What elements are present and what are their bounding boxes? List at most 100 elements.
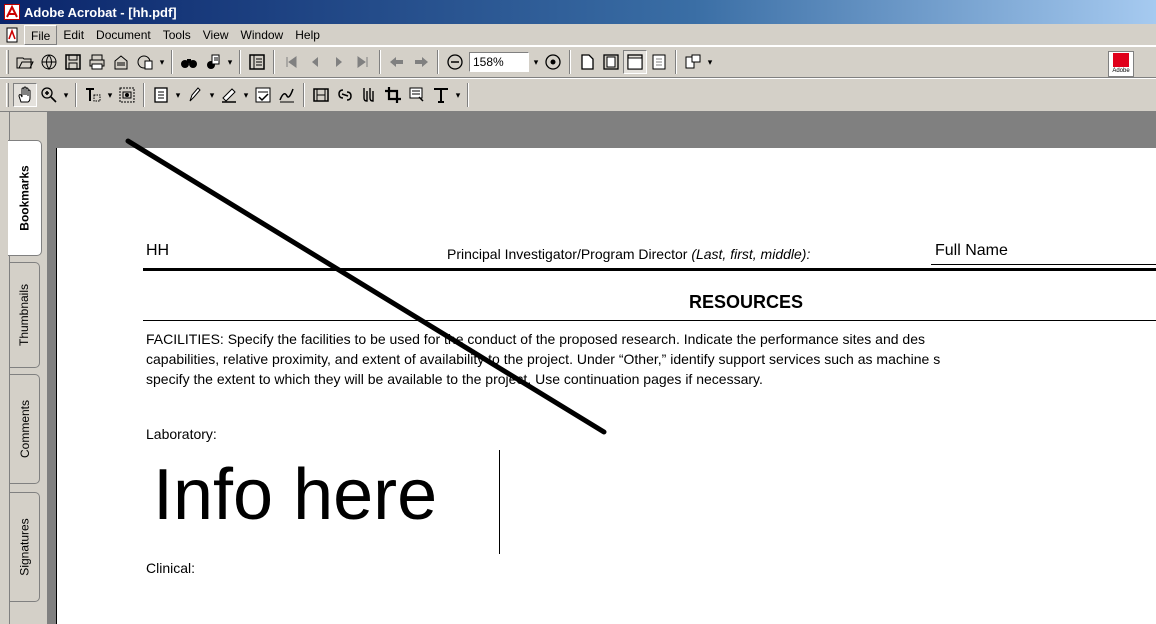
find-icon[interactable]	[201, 50, 225, 74]
movie-tool-icon[interactable]	[309, 83, 333, 107]
toolbar-separator	[437, 50, 439, 74]
form-tool-icon[interactable]	[405, 83, 429, 107]
tab-signatures[interactable]: Signatures	[10, 492, 40, 602]
note-tool-dropdown[interactable]: ▾	[173, 83, 183, 107]
zoom-tool-dropdown[interactable]: ▾	[61, 83, 71, 107]
header-rule	[143, 268, 1156, 271]
previous-page-icon[interactable]	[303, 50, 327, 74]
title-bar: Adobe Acrobat - [hh.pdf]	[0, 0, 1156, 24]
menu-tools[interactable]: Tools	[157, 25, 197, 45]
highlighter-tool-icon[interactable]	[217, 83, 241, 107]
tab-comments-label: Comments	[17, 399, 32, 459]
tab-comments[interactable]: Comments	[10, 374, 40, 484]
menu-document[interactable]: Document	[90, 25, 157, 45]
adobe-logo-text: Adobe	[1112, 68, 1130, 74]
article-tool-icon[interactable]	[357, 83, 381, 107]
menu-window[interactable]: Window	[235, 25, 290, 45]
rotate-dropdown[interactable]: ▾	[705, 50, 715, 74]
fit-visible-icon[interactable]	[647, 50, 671, 74]
document-viewer[interactable]: HH Principal Investigator/Program Direct…	[48, 112, 1156, 624]
facilities-line: FACILITIES: Specify the facilities to be…	[146, 331, 925, 347]
pencil-tool-icon[interactable]	[183, 83, 207, 107]
pi-label: Principal Investigator/Program Director …	[447, 246, 810, 262]
section-title: RESOURCES	[689, 292, 804, 312]
spell-check-icon[interactable]	[251, 83, 275, 107]
pdf-page[interactable]: HH Principal Investigator/Program Direct…	[56, 148, 1156, 624]
file-toolbar: ▾ ▾ 158% ▾ ▾ Adobe	[0, 46, 1156, 78]
zoom-dropdown[interactable]: ▾	[531, 50, 541, 74]
toolbar-separator	[379, 50, 381, 74]
find-dropdown[interactable]: ▾	[225, 50, 235, 74]
tab-bookmarks[interactable]: Bookmarks	[8, 140, 42, 256]
navigation-pane: Bookmarks Thumbnails Comments Signatures	[0, 112, 48, 624]
facilities-line: specify the extent to which they will be…	[146, 371, 763, 387]
actual-size-icon[interactable]	[575, 50, 599, 74]
next-view-icon[interactable]	[409, 50, 433, 74]
create-pdf-icon[interactable]	[133, 50, 157, 74]
toolbar-separator	[569, 50, 571, 74]
save-icon[interactable]	[61, 50, 85, 74]
laboratory-label: Laboratory:	[146, 426, 217, 442]
toolbar-grip[interactable]	[6, 50, 9, 74]
section-rule	[143, 320, 1156, 321]
toolbar-separator	[675, 50, 677, 74]
toolbar-grip[interactable]	[6, 83, 9, 107]
print-icon[interactable]	[85, 50, 109, 74]
fit-page-icon[interactable]	[599, 50, 623, 74]
tab-thumbnails-label: Thumbnails	[17, 283, 32, 347]
next-page-icon[interactable]	[327, 50, 351, 74]
search-icon[interactable]	[177, 50, 201, 74]
header-id: HH	[146, 242, 170, 259]
pi-label-hint: (Last, first, middle):	[691, 246, 811, 262]
adobe-logo[interactable]: Adobe	[1108, 51, 1134, 77]
hand-tool-icon[interactable]	[13, 83, 37, 107]
tools-toolbar: ▾ ▾ ▾ ▾ ▾ ▾	[0, 78, 1156, 112]
adobe-logo-mark	[1113, 53, 1129, 67]
tab-thumbnails[interactable]: Thumbnails	[10, 262, 40, 368]
pencil-tool-dropdown[interactable]: ▾	[207, 83, 217, 107]
open-web-page-icon[interactable]	[37, 50, 61, 74]
crop-tool-icon[interactable]	[381, 83, 405, 107]
previous-view-icon[interactable]	[385, 50, 409, 74]
menu-edit[interactable]: Edit	[57, 25, 90, 45]
open-icon[interactable]	[13, 50, 37, 74]
fit-width-icon[interactable]	[623, 50, 647, 74]
window-title: Adobe Acrobat - [hh.pdf]	[24, 4, 177, 20]
menu-view[interactable]: View	[197, 25, 235, 45]
facilities-line: capabilities, relative proximity, and ex…	[146, 351, 941, 367]
pi-name-field[interactable]: Full Name	[935, 242, 1008, 260]
link-tool-icon[interactable]	[333, 83, 357, 107]
tab-bookmarks-label: Bookmarks	[17, 165, 32, 231]
create-pdf-dropdown[interactable]: ▾	[157, 50, 167, 74]
text-cursor	[499, 450, 500, 554]
snapshot-tool-icon[interactable]	[115, 83, 139, 107]
highlighter-dropdown[interactable]: ▾	[241, 83, 251, 107]
menu-help[interactable]: Help	[289, 25, 326, 45]
zoom-tool-icon[interactable]	[37, 83, 61, 107]
note-tool-icon[interactable]	[149, 83, 173, 107]
text-select-tool-icon[interactable]	[81, 83, 105, 107]
clinical-label: Clinical:	[146, 560, 196, 576]
zoom-in-icon[interactable]	[541, 50, 565, 74]
acrobat-app-icon[interactable]	[4, 4, 20, 20]
tab-signatures-label: Signatures	[17, 518, 32, 576]
menu-file[interactable]: File	[24, 24, 58, 45]
show-hide-navigation-pane-icon[interactable]	[245, 50, 269, 74]
laboratory-text-field[interactable]: Info here	[153, 453, 437, 537]
toolbar-separator	[303, 83, 305, 107]
first-page-icon[interactable]	[279, 50, 303, 74]
zoom-out-icon[interactable]	[443, 50, 467, 74]
last-page-icon[interactable]	[351, 50, 375, 74]
zoom-level-input[interactable]: 158%	[469, 52, 529, 72]
text-select-dropdown[interactable]: ▾	[105, 83, 115, 107]
toolbar-separator	[143, 83, 145, 107]
toolbar-separator	[75, 83, 77, 107]
document-menu-icon[interactable]	[4, 27, 20, 43]
toolbar-separator	[467, 83, 469, 107]
email-icon[interactable]	[109, 50, 133, 74]
rotate-view-icon[interactable]	[681, 50, 705, 74]
touchup-text-tool-icon[interactable]	[429, 83, 453, 107]
menu-bar: File Edit Document Tools View Window Hel…	[0, 24, 1156, 46]
digital-signature-icon[interactable]	[275, 83, 299, 107]
touchup-dropdown[interactable]: ▾	[453, 83, 463, 107]
